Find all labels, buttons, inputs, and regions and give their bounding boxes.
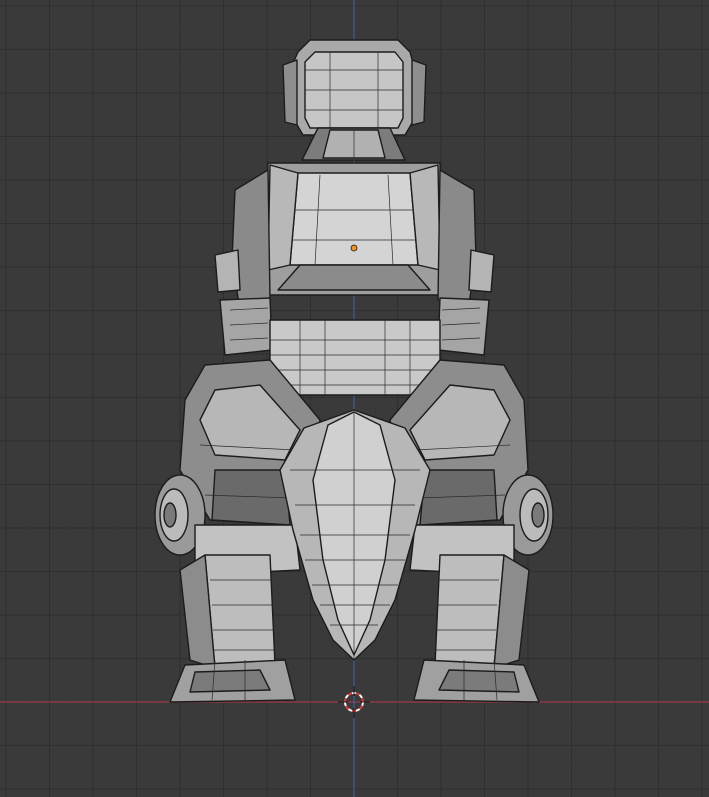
- object-origin[interactable]: [350, 244, 358, 252]
- viewport-overlay: [338, 244, 370, 718]
- 3d-viewport[interactable]: [0, 0, 709, 797]
- 3d-cursor[interactable]: [338, 686, 370, 718]
